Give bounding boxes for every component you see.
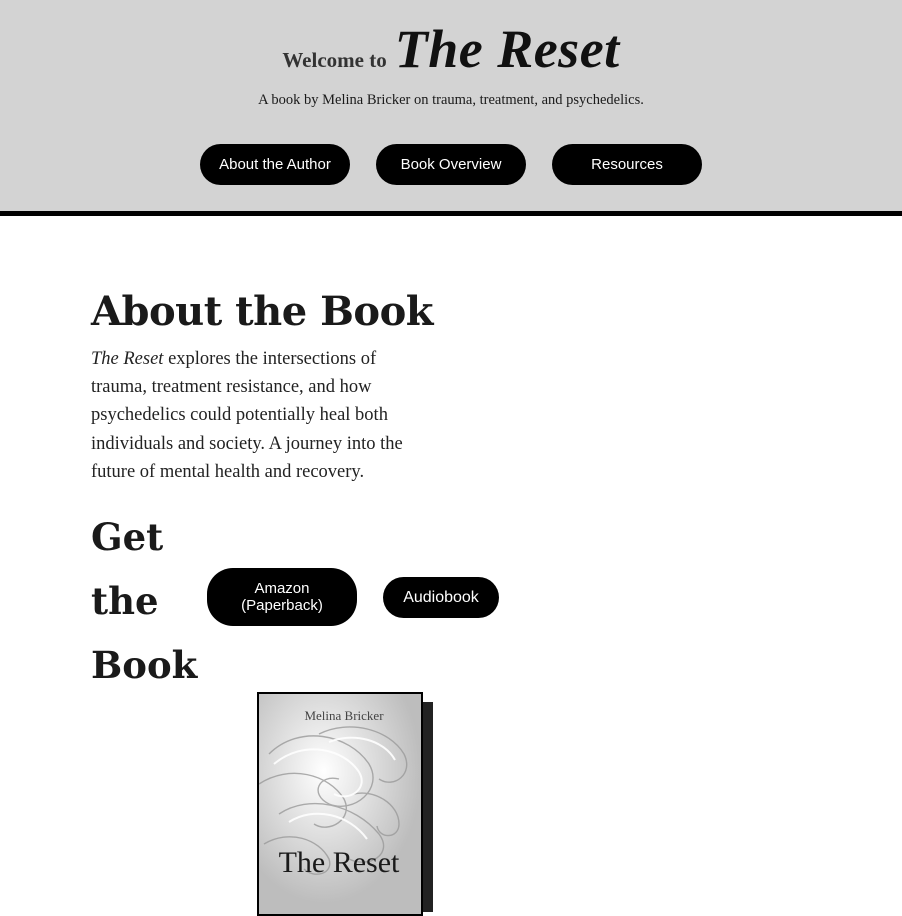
book-cover-image: Melina Bricker The Reset [257, 692, 437, 916]
amazon-paperback-button[interactable]: Amazon (Paperback) [207, 568, 357, 626]
about-heading: About the Book [91, 288, 433, 335]
cover-title: The Reset [278, 846, 400, 879]
tagline: A book by Melina Bricker on trauma, trea… [258, 92, 644, 108]
swirl-art [259, 694, 421, 914]
nav-book-overview-button[interactable]: Book Overview [376, 144, 526, 185]
book-title-emphasis: The Reset [91, 349, 164, 369]
amazon-button-label: Amazon (Paperback) [241, 580, 323, 614]
nav-resources-button[interactable]: Resources [552, 144, 702, 185]
site-header: Welcome to The Reset A book by Melina Br… [0, 0, 902, 216]
get-the-book-heading: Get the Book [91, 515, 198, 687]
site-title: The Reset [394, 19, 620, 79]
audiobook-button[interactable]: Audiobook [383, 577, 499, 618]
about-description: The Reset explores the intersections of … [91, 345, 436, 486]
title-row: Welcome to The Reset [0, 18, 902, 80]
welcome-text: Welcome to [282, 48, 387, 72]
book-cover: Melina Bricker The Reset [257, 692, 423, 916]
cover-author: Melina Bricker [304, 708, 384, 723]
nav-about-author-button[interactable]: About the Author [200, 144, 350, 185]
main-nav: About the Author Book Overview Resources [0, 144, 902, 185]
